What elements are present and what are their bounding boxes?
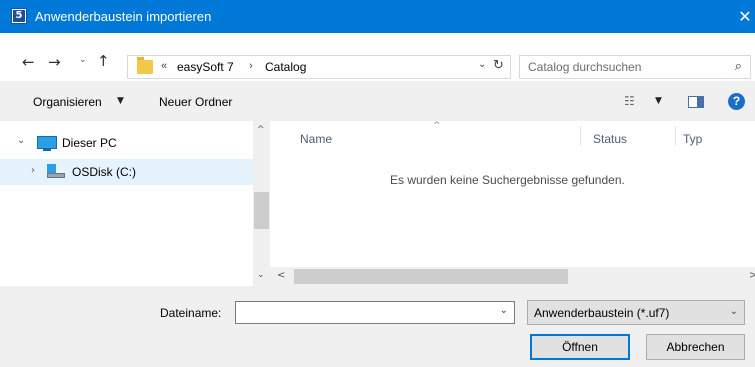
app-icon-glyph: 5 (13, 10, 25, 22)
refresh-icon[interactable]: ↻ (493, 58, 504, 73)
horizontal-scroll-thumb[interactable] (294, 269, 568, 284)
view-options-icon[interactable]: ☷ (624, 94, 635, 108)
preview-pane-icon[interactable] (688, 96, 704, 108)
cancel-button[interactable]: Abbrechen (646, 334, 745, 360)
up-arrow-icon[interactable]: ↑ (97, 52, 110, 70)
breadcrumb-easysoft[interactable]: easySoft 7 (177, 60, 234, 74)
tree-item-osdisk[interactable]: › OSDisk (C:) (0, 159, 253, 185)
title-bar: 5 Anwenderbaustein importieren ✕ (0, 0, 755, 33)
expand-chevron-icon[interactable]: ⌄ (17, 135, 25, 146)
command-toolbar: Organisieren ▼ Neuer Ordner ☷ ▼ ? (0, 81, 755, 121)
scroll-up-icon[interactable]: ^ (257, 125, 265, 135)
window-title: Anwenderbaustein importieren (35, 9, 212, 24)
scroll-down-icon[interactable]: ⌄ (257, 270, 265, 280)
collapse-chevron-icon[interactable]: › (31, 165, 35, 176)
column-divider[interactable] (580, 126, 581, 146)
column-divider[interactable] (675, 126, 676, 146)
address-dropdown-icon[interactable]: ⌄ (478, 59, 486, 70)
file-list: ^ Name Status Typ Es wurden keine Sucher… (270, 121, 755, 267)
file-list-horizontal-scrollbar[interactable]: < > (270, 267, 755, 286)
close-icon[interactable]: ✕ (735, 0, 755, 33)
filename-label: Dateiname: (160, 306, 222, 320)
help-icon[interactable]: ? (728, 93, 745, 110)
dialog-footer: Dateiname: ⌄ Anwenderbaustein (*.uf7) ⌄ … (0, 286, 755, 367)
filetype-dropdown-icon[interactable]: ⌄ (730, 306, 738, 317)
breadcrumb-catalog[interactable]: Catalog (265, 60, 306, 74)
forward-arrow-icon[interactable]: → (48, 53, 61, 71)
recent-locations-chevron-icon[interactable]: ⌄ (79, 55, 87, 65)
search-placeholder: Catalog durchsuchen (528, 60, 642, 74)
filetype-select[interactable]: Anwenderbaustein (*.uf7) ⌄ (527, 300, 745, 325)
filename-dropdown-icon[interactable]: ⌄ (500, 305, 508, 316)
computer-icon (37, 136, 57, 151)
scroll-left-icon[interactable]: < (277, 270, 285, 281)
address-bar[interactable]: « easySoft 7 › Catalog ⌄ ↻ (127, 55, 511, 79)
column-header-status[interactable]: Status (593, 132, 627, 146)
view-dropdown-icon[interactable]: ▼ (655, 96, 662, 106)
filetype-value: Anwenderbaustein (*.uf7) (534, 306, 670, 320)
organize-button[interactable]: Organisieren (33, 95, 102, 109)
tree-item-label: OSDisk (C:) (72, 165, 136, 179)
scroll-thumb[interactable] (254, 192, 269, 229)
column-header-name[interactable]: Name (300, 132, 332, 146)
scroll-right-icon[interactable]: > (749, 270, 755, 281)
breadcrumb-separator-icon[interactable]: › (249, 60, 253, 72)
drive-icon (47, 164, 65, 178)
filename-input[interactable]: ⌄ (235, 301, 515, 324)
empty-results-message: Es wurden keine Suchergebnisse gefunden. (390, 173, 625, 187)
folder-icon (137, 57, 153, 74)
new-folder-button[interactable]: Neuer Ordner (159, 95, 232, 109)
tree-item-this-pc[interactable]: ⌄ Dieser PC (0, 130, 253, 156)
app-icon: 5 (11, 8, 27, 24)
navigation-row: ← → ⌄ ↑ « easySoft 7 › Catalog ⌄ ↻ Catal… (0, 33, 755, 81)
breadcrumb-overflow-icon[interactable]: « (161, 60, 167, 72)
column-header-type[interactable]: Typ (683, 132, 702, 146)
back-arrow-icon[interactable]: ← (22, 53, 35, 71)
open-button[interactable]: Öffnen (530, 334, 630, 360)
tree-item-label: Dieser PC (62, 136, 117, 150)
search-input[interactable]: Catalog durchsuchen ⌕ (519, 55, 751, 79)
sort-indicator-icon: ^ (433, 121, 441, 131)
navigation-pane: ⌄ Dieser PC › OSDisk (C:) (0, 121, 253, 286)
navigation-pane-scrollbar[interactable]: ^ ⌄ (253, 121, 270, 286)
organize-dropdown-icon[interactable]: ▼ (117, 96, 124, 106)
search-icon[interactable]: ⌕ (735, 59, 742, 74)
